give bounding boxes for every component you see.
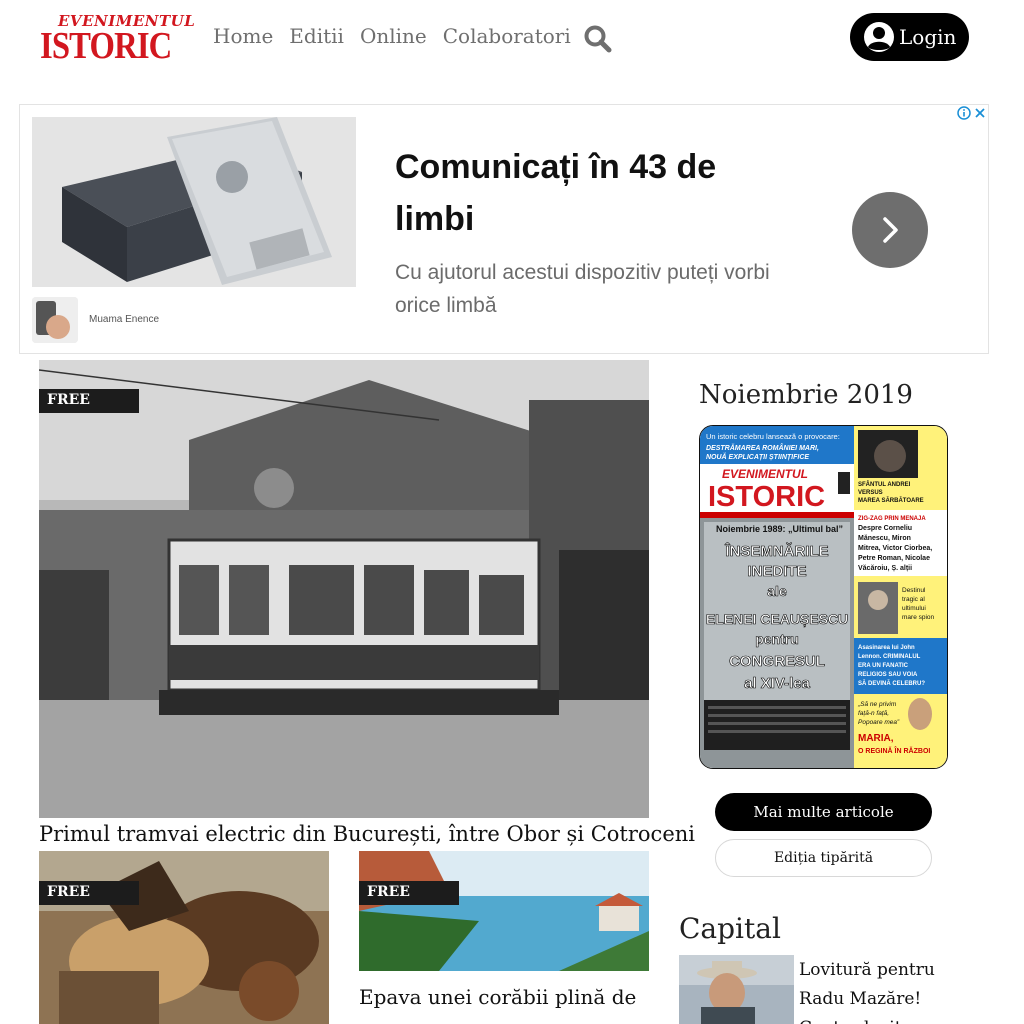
chevron-right-icon[interactable] [852,192,928,268]
svg-text:MAREA SĂRBĂTOARE: MAREA SĂRBĂTOARE [858,497,924,504]
main-nav: Home Editii Online Colaboratori [213,24,587,48]
svg-text:Lennon. CRIMINALUL: Lennon. CRIMINALUL [858,654,921,660]
capital-article-title[interactable]: Lovitură pentru Radu Mazăre! Contra-lovi… [799,956,959,1024]
article-card-title[interactable]: Epava unei corăbii plină de [359,985,649,1009]
svg-text:Văcăroiu, Ș. alții: Văcăroiu, Ș. alții [858,565,912,572]
site-header: EVENIMENTUL ISTORIC Home Editii Online C… [0,0,1024,80]
nav-editii[interactable]: Editii [289,24,344,48]
svg-text:față-n față,: față-n față, [858,710,889,717]
ad-product-image[interactable] [32,117,356,287]
search-icon[interactable] [583,24,613,54]
svg-text:Petre Roman, Nicolae: Petre Roman, Nicolae [858,555,930,562]
ad-choices[interactable] [957,105,989,121]
cover-headline-7: al XIV-lea [744,675,811,692]
svg-text:SĂ DEVINĂ CELEBRU?: SĂ DEVINĂ CELEBRU? [858,680,925,687]
cover-top-blurb: Un istoric celebru lansează o provocare: [706,432,840,441]
nav-home[interactable]: Home [213,24,273,48]
issue-title: Noiembrie 2019 [699,380,913,410]
article-card-mosaic[interactable]: FREE [39,851,329,1024]
login-button[interactable]: Login [850,13,969,61]
nav-online[interactable]: Online [360,24,427,48]
svg-text:ultimului: ultimului [902,605,926,612]
cover-date-line: Noiembrie 1989: „Ultimul bal” [716,524,843,534]
svg-text:NOUĂ EXPLICAȚII ȘTIINȚIFICE: NOUĂ EXPLICAȚII ȘTIINȚIFICE [706,452,809,461]
svg-text:Destinul: Destinul [902,587,926,594]
svg-text:DESTRĂMAREA ROMÂNIEI MARI,: DESTRĂMAREA ROMÂNIEI MARI, [706,443,819,452]
svg-text:mare spion: mare spion [902,614,935,621]
capital-article-thumbnail[interactable] [679,955,794,1024]
svg-text:ZIG-ZAG PRIN MENAJA: ZIG-ZAG PRIN MENAJA [858,516,926,522]
svg-text:MARIA,: MARIA, [858,733,894,744]
ad-banner[interactable]: Muama Enence Comunicați în 43 de limbi C… [19,104,989,354]
cover-headline-5: pentru [755,631,799,647]
svg-text:VERSUS: VERSUS [858,490,883,496]
svg-text:tragic al: tragic al [902,596,925,603]
login-label: Login [899,25,957,49]
svg-text:Asasinarea lui John: Asasinarea lui John [858,645,915,651]
nav-colaboratori[interactable]: Colaboratori [443,24,571,48]
article-card-coast[interactable]: FREE [359,851,649,971]
free-badge: FREE [39,389,139,413]
ad-title[interactable]: Comunicați în 43 de limbi [395,141,775,245]
svg-text:RELIGIOS SAU VOIA: RELIGIOS SAU VOIA [858,672,918,678]
svg-text:Despre Corneliu: Despre Corneliu [858,525,912,532]
svg-text:Mitrea, Victor Ciorbea,: Mitrea, Victor Ciorbea, [858,545,932,552]
print-edition-button[interactable]: Ediția tipărită [715,839,932,877]
main-article-title[interactable]: Primul tramvai electric din București, î… [39,822,695,846]
user-circle-icon [863,21,895,53]
magazine-cover[interactable]: Un istoric celebru lansează o provocare:… [699,425,948,769]
svg-text:O REGINĂ ÎN RĂZBOI: O REGINĂ ÎN RĂZBOI [858,746,930,755]
cover-headline-4: ELENEI CEAUȘESCU [706,611,848,627]
main-article-photo[interactable]: FREE [39,360,649,818]
svg-text:Popoare mea”: Popoare mea” [858,719,900,726]
cover-headline-2: INEDITE [747,563,806,580]
cover-headline-1: ÎNSEMNĂRILE [724,542,828,560]
capital-section-title: Capital [679,912,781,945]
ad-source[interactable]: Muama Enence [89,314,159,325]
ad-description[interactable]: Cu ajutorul acestui dispozitiv puteți vo… [395,256,795,322]
svg-text:ERA UN FANATIC: ERA UN FANATIC [858,663,909,669]
free-badge: FREE [39,881,139,905]
free-badge: FREE [359,881,459,905]
more-articles-button[interactable]: Mai multe articole [715,793,932,831]
svg-text:Mănescu, Miron: Mănescu, Miron [858,535,911,542]
close-icon[interactable] [974,107,986,119]
cover-logo-top: EVENIMENTUL [722,467,808,481]
svg-text:SFÂNTUL ANDREI: SFÂNTUL ANDREI [858,481,911,488]
cover-headline-3: ale [767,583,787,599]
cover-headline-6: CONGRESUL [729,653,825,670]
ad-thumbnail[interactable] [32,297,78,343]
cover-logo-main: ISTORIC [708,481,825,513]
logo-main-text: ISTORIC [40,25,172,67]
info-icon[interactable] [957,106,971,120]
site-logo[interactable]: EVENIMENTUL ISTORIC [40,12,195,67]
svg-text:„Să ne privim: „Să ne privim [857,701,897,708]
